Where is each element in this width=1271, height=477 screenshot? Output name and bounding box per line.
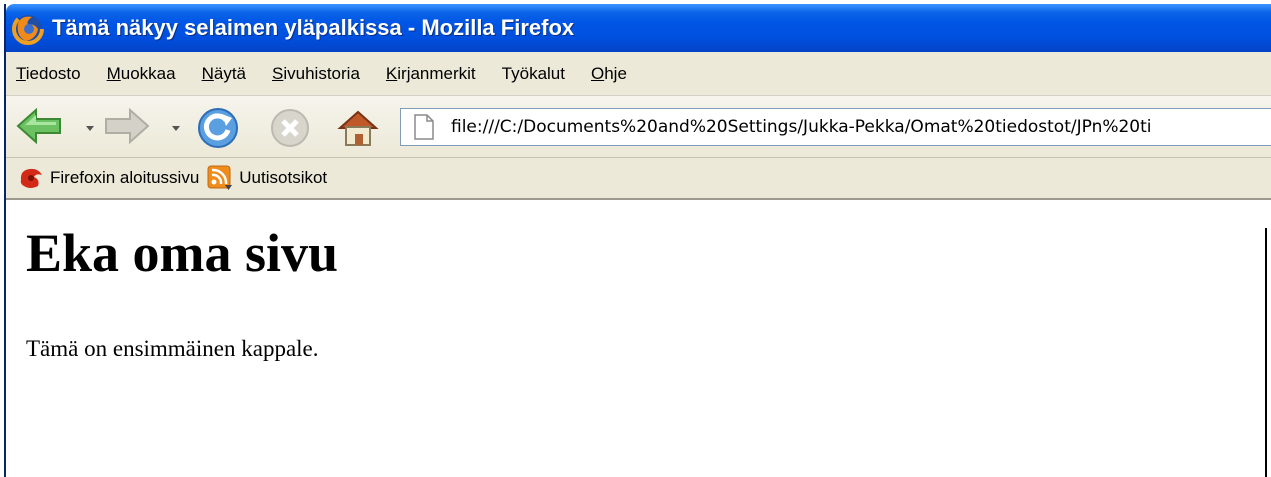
rss-feed-icon	[207, 165, 233, 190]
url-input[interactable]	[451, 117, 1271, 137]
page-heading: Eka oma sivu	[26, 223, 339, 283]
menu-edit-label: uokkaa	[120, 63, 176, 83]
menu-view[interactable]: Näytä	[202, 64, 246, 84]
menu-history-mnemonic: S	[272, 63, 284, 83]
menu-help-mnemonic: O	[590, 63, 605, 83]
forward-history-dropdown-icon[interactable]	[172, 126, 180, 131]
menu-bookmarks-mnemonic: K	[385, 63, 398, 83]
menu-file-label: iedosto	[25, 63, 81, 83]
back-arrow-icon[interactable]	[14, 106, 66, 146]
home-icon[interactable]	[336, 106, 380, 150]
address-bar[interactable]	[400, 108, 1271, 146]
menu-bookmarks-label: irjanmerkit	[397, 63, 476, 83]
reload-icon[interactable]	[196, 106, 240, 150]
page-paragraph: Tämä on ensimmäinen kappale.	[26, 336, 319, 361]
menu-tools-mnemonic: T	[501, 63, 512, 83]
menu-edit[interactable]: Muokkaa	[107, 64, 176, 84]
menu-history-label: ivuhistoria	[283, 63, 360, 83]
menu-bookmarks[interactable]: Kirjanmerkit	[386, 64, 476, 84]
browser-window: Tämä näkyy selaimen yläpalkissa - Mozill…	[4, 4, 1271, 477]
menu-tools-label: yökalut	[511, 63, 565, 83]
navigation-toolbar	[6, 96, 1271, 158]
page-icon	[414, 114, 434, 140]
back-history-dropdown-icon[interactable]	[86, 126, 94, 131]
stop-icon[interactable]	[268, 106, 312, 150]
window-title: Tämä näkyy selaimen yläpalkissa - Mozill…	[52, 15, 575, 40]
menu-file-mnemonic: T	[16, 63, 26, 83]
menu-history[interactable]: Sivuhistoria	[272, 64, 360, 84]
menu-view-mnemonic: N	[201, 63, 214, 83]
menu-view-label: äytä	[213, 63, 247, 83]
bookmarks-toolbar: Firefoxin aloitussivu Uutisotsikot	[6, 158, 1271, 200]
menu-help[interactable]: Ohje	[591, 64, 627, 84]
menu-edit-mnemonic: M	[106, 63, 121, 83]
menu-bar: Tiedosto Muokkaa Näytä Sivuhistoria Kirj…	[6, 52, 1271, 96]
page-content: Eka oma sivu Tämä on ensimmäinen kappale…	[6, 200, 1271, 477]
bookmark-firefox-start-label: Firefoxin aloitussivu	[50, 168, 200, 187]
title-bar[interactable]: Tämä näkyy selaimen yläpalkissa - Mozill…	[6, 4, 1271, 52]
bookmark-news-feed-label: Uutisotsikot	[239, 168, 328, 187]
firefox-bookmark-icon	[20, 168, 42, 188]
menu-file[interactable]: Tiedosto	[16, 64, 81, 84]
firefox-logo-icon	[12, 13, 44, 45]
forward-arrow-icon[interactable]	[100, 106, 152, 146]
window-right-border	[1265, 228, 1267, 477]
bookmark-firefox-start[interactable]: Firefoxin aloitussivu	[18, 166, 199, 190]
menu-help-label: hje	[604, 63, 627, 83]
bookmark-news-feed[interactable]: Uutisotsikot	[207, 165, 327, 191]
menu-tools[interactable]: Työkalut	[502, 64, 565, 84]
